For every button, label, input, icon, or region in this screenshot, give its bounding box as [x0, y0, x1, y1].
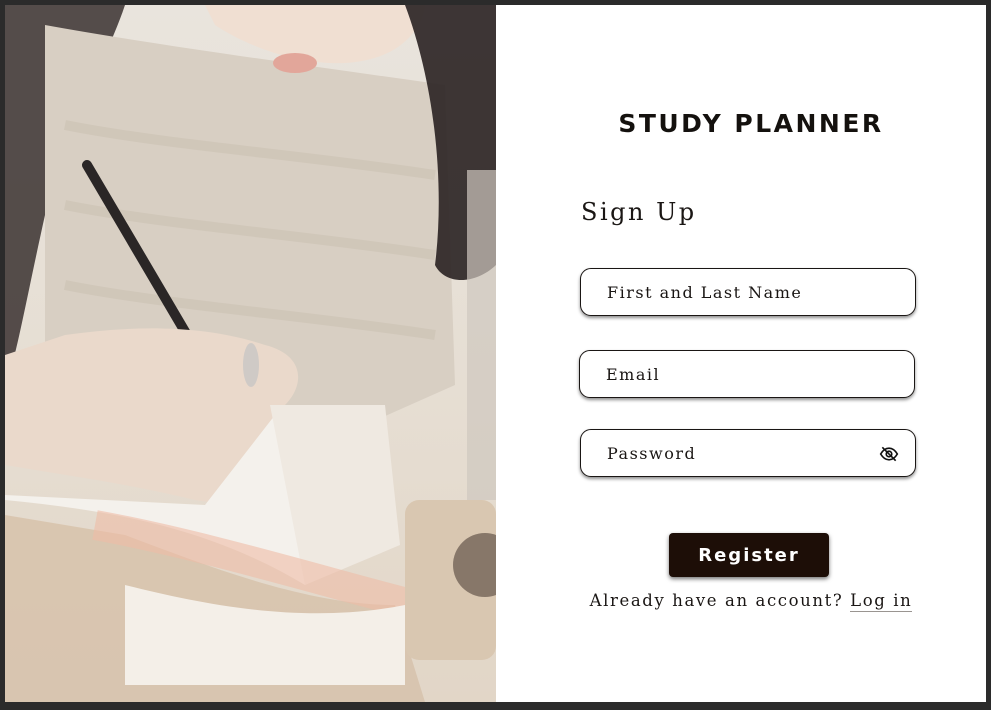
email-field[interactable]: [579, 350, 915, 398]
app-frame: STUDY PLANNER Sign Up Register Already h…: [5, 5, 986, 702]
signup-panel: STUDY PLANNER Sign Up Register Already h…: [496, 5, 986, 702]
hero-photo: [5, 5, 496, 702]
app-title: STUDY PLANNER: [618, 109, 884, 138]
hero-illustration: [5, 5, 496, 702]
password-input[interactable]: [605, 430, 879, 476]
login-link[interactable]: Log in: [850, 591, 913, 612]
name-field[interactable]: [580, 268, 916, 316]
login-prompt-line: Already have an account? Log in: [496, 591, 986, 612]
password-field[interactable]: [580, 429, 916, 477]
name-input[interactable]: [605, 269, 879, 315]
register-button[interactable]: Register: [669, 533, 829, 577]
login-prompt-text: Already have an account?: [589, 591, 844, 610]
eye-off-icon[interactable]: [879, 444, 899, 464]
email-input[interactable]: [604, 351, 878, 397]
form-heading: Sign Up: [581, 198, 697, 226]
